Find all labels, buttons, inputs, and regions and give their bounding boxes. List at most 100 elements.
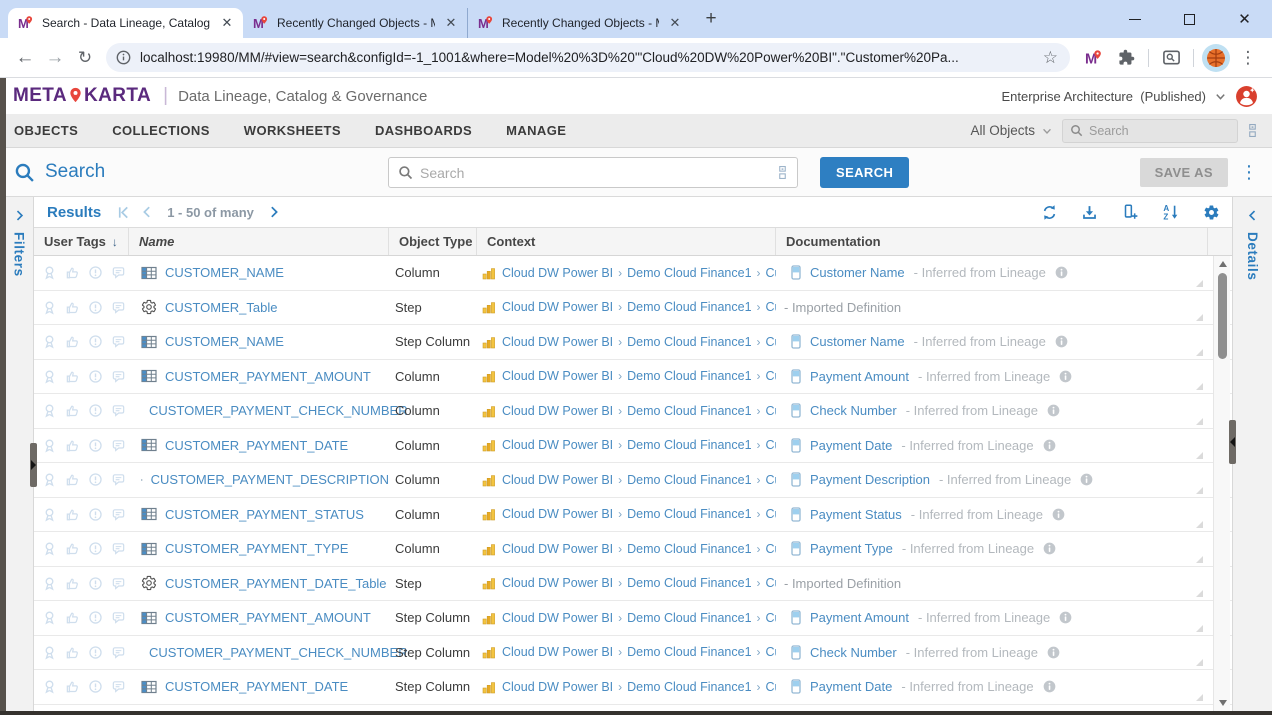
nav-item-collections[interactable]: COLLECTIONS <box>112 123 210 138</box>
cell-resize-grip[interactable] <box>1196 487 1203 494</box>
context-link[interactable]: Cloud DW Power BI <box>502 438 613 452</box>
nav-item-manage[interactable]: MANAGE <box>506 123 566 138</box>
documentation-link[interactable]: Customer Name <box>810 334 905 349</box>
settings-gear-icon[interactable] <box>1203 204 1220 221</box>
context-link[interactable]: Customer <box>766 438 776 452</box>
award-icon[interactable] <box>42 541 57 556</box>
context-link[interactable]: Customer <box>766 611 776 625</box>
thumbs-up-icon[interactable] <box>65 369 80 384</box>
back-button[interactable]: ← <box>10 43 40 73</box>
global-search-input[interactable] <box>1089 124 1230 138</box>
cell-resize-grip[interactable] <box>1196 349 1203 356</box>
thumbs-up-icon[interactable] <box>65 334 80 349</box>
cell-resize-grip[interactable] <box>1196 625 1203 632</box>
warning-icon[interactable] <box>88 472 103 487</box>
object-name-link[interactable]: CUSTOMER_PAYMENT_DATE <box>165 438 348 453</box>
table-row[interactable]: CUSTOMER_PAYMENT_DATE Column Cloud DW Po… <box>34 429 1232 464</box>
documentation-link[interactable]: Check Number <box>810 645 897 660</box>
object-name-link[interactable]: CUSTOMER_PAYMENT_CHECK_NUMBER <box>149 403 408 418</box>
warning-icon[interactable] <box>88 300 103 315</box>
table-row[interactable]: CUSTOMER_PAYMENT_AMOUNT Step Column Clou… <box>34 601 1232 636</box>
context-link[interactable]: Demo Cloud Finance1 <box>627 438 751 452</box>
details-label[interactable]: Details <box>1245 232 1260 280</box>
main-search-input[interactable] <box>420 165 770 181</box>
info-icon[interactable] <box>1043 542 1056 555</box>
expand-filters-chevron-icon[interactable] <box>13 209 26 222</box>
comment-icon[interactable] <box>111 679 126 694</box>
documentation-link[interactable]: Payment Amount <box>810 369 909 384</box>
context-link[interactable]: Customer <box>766 335 776 349</box>
vertical-scrollbar[interactable] <box>1213 256 1230 711</box>
object-name-link[interactable]: CUSTOMER_PAYMENT_AMOUNT <box>165 369 371 384</box>
warning-icon[interactable] <box>88 369 103 384</box>
column-header-object-type[interactable]: Object Type <box>389 228 477 255</box>
advanced-search-icon[interactable] <box>1247 123 1258 138</box>
cell-resize-grip[interactable] <box>1196 556 1203 563</box>
warning-icon[interactable] <box>88 438 103 453</box>
context-link[interactable]: Customer <box>766 680 776 694</box>
column-header-context[interactable]: Context <box>477 228 776 255</box>
object-name-link[interactable]: CUSTOMER_PAYMENT_DATE_Table <box>165 576 387 591</box>
award-icon[interactable] <box>42 507 57 522</box>
column-header-name[interactable]: Name <box>129 228 389 255</box>
browser-tab[interactable]: Search - Data Lineage, Catalog ✕ <box>8 8 243 38</box>
comment-icon[interactable] <box>111 403 126 418</box>
table-row[interactable]: CUSTOMER_Table Step Cloud DW Power BI›De… <box>34 291 1232 326</box>
user-avatar[interactable] <box>1235 85 1258 108</box>
browser-profile-avatar[interactable] <box>1202 44 1230 72</box>
thumbs-up-icon[interactable] <box>65 403 80 418</box>
context-link[interactable]: Cloud DW Power BI <box>502 576 613 590</box>
scroll-up-arrow[interactable] <box>1214 257 1231 271</box>
object-name-link[interactable]: CUSTOMER_Table <box>165 300 277 315</box>
table-row[interactable]: CUSTOMER_PAYMENT_CHECK_NUMBER Column Clo… <box>34 394 1232 429</box>
context-link[interactable]: Cloud DW Power BI <box>502 266 613 280</box>
context-link[interactable]: Customer <box>766 473 776 487</box>
details-panel-collapsed[interactable]: Details <box>1232 197 1272 711</box>
documentation-link[interactable]: Payment Date <box>810 679 892 694</box>
new-tab-button[interactable]: + <box>697 6 725 34</box>
context-link[interactable]: Cloud DW Power BI <box>502 300 613 314</box>
context-link[interactable]: Cloud DW Power BI <box>502 473 613 487</box>
award-icon[interactable] <box>42 576 57 591</box>
table-row[interactable]: CUSTOMER_PAYMENT_TYPE Column Cloud DW Po… <box>34 532 1232 567</box>
documentation-link[interactable]: Payment Type <box>810 541 893 556</box>
award-icon[interactable] <box>42 610 57 625</box>
side-panel-icon[interactable] <box>1157 44 1185 72</box>
search-options-kebab[interactable]: ⋮ <box>1240 162 1258 183</box>
table-row[interactable]: CUSTOMER_PAYMENT_DATE Step Column Cloud … <box>34 670 1232 705</box>
first-page-button[interactable] <box>116 205 131 220</box>
table-row[interactable]: CUSTOMER_NAME Step Column Cloud DW Power… <box>34 325 1232 360</box>
thumbs-up-icon[interactable] <box>65 541 80 556</box>
comment-icon[interactable] <box>111 472 126 487</box>
context-link[interactable]: Customer <box>766 300 776 314</box>
thumbs-up-icon[interactable] <box>65 472 80 487</box>
context-link[interactable]: Cloud DW Power BI <box>502 507 613 521</box>
cell-resize-grip[interactable] <box>1196 694 1203 701</box>
warning-icon[interactable] <box>88 403 103 418</box>
configuration-label[interactable]: Enterprise Architecture (Published) <box>1001 89 1206 104</box>
cell-resize-grip[interactable] <box>1196 280 1203 287</box>
award-icon[interactable] <box>42 679 57 694</box>
context-link[interactable]: Demo Cloud Finance1 <box>627 542 751 556</box>
table-row[interactable]: CUSTOMER_NAME Column Cloud DW Power BI›D… <box>34 256 1232 291</box>
info-icon[interactable] <box>1043 439 1056 452</box>
search-button[interactable]: SEARCH <box>820 157 909 188</box>
award-icon[interactable] <box>42 438 57 453</box>
maximize-button[interactable] <box>1162 0 1217 38</box>
close-button[interactable]: ✕ <box>1217 0 1272 38</box>
context-link[interactable]: Demo Cloud Finance1 <box>627 335 751 349</box>
tab-close-icon[interactable]: ✕ <box>443 15 459 31</box>
filters-label[interactable]: Filters <box>12 232 27 277</box>
browser-tab[interactable]: Recently Changed Objects - Me ✕ <box>467 8 691 38</box>
nav-item-worksheets[interactable]: WORKSHEETS <box>244 123 341 138</box>
object-name-link[interactable]: CUSTOMER_NAME <box>165 334 284 349</box>
cell-resize-grip[interactable] <box>1196 590 1203 597</box>
context-link[interactable]: Demo Cloud Finance1 <box>627 300 751 314</box>
warning-icon[interactable] <box>88 610 103 625</box>
context-link[interactable]: Demo Cloud Finance1 <box>627 473 751 487</box>
reload-button[interactable]: ↻ <box>70 43 100 73</box>
main-search-box[interactable] <box>388 157 798 188</box>
info-icon[interactable] <box>1055 266 1068 279</box>
scrollbar-thumb[interactable] <box>1218 273 1227 359</box>
table-row[interactable]: CUSTOMER_PAYMENT_DATE_Table Step Cloud D… <box>34 567 1232 602</box>
